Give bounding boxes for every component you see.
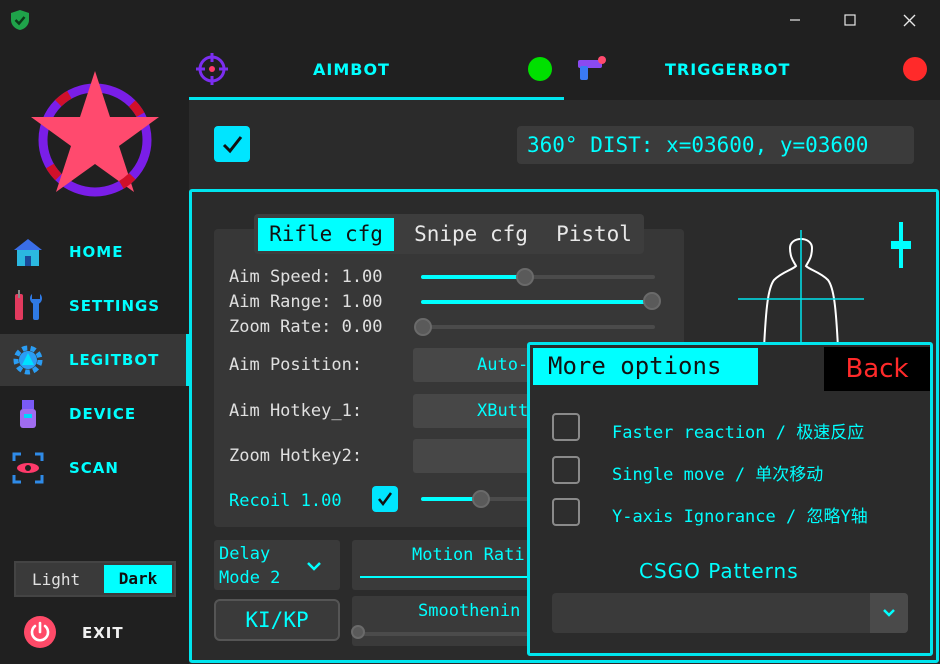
back-button[interactable]: Back: [824, 347, 930, 391]
aim-speed-fill: [421, 275, 525, 279]
sidebar-item-legitbot[interactable]: LEGITBOT: [0, 334, 189, 386]
maximize-button[interactable]: [827, 0, 873, 40]
single-move-checkbox[interactable]: [552, 456, 580, 484]
tab-triggerbot[interactable]: TRIGGERBOT: [564, 40, 940, 100]
aim-range-fill: [421, 300, 653, 304]
smoothening-track: [360, 632, 540, 636]
tab-aimbot[interactable]: AIMBOT: [189, 40, 564, 100]
sidebar-item-settings[interactable]: SETTINGS: [0, 280, 189, 332]
power-icon: [24, 616, 56, 648]
check-icon: [378, 492, 393, 507]
crosshair-icon: [196, 53, 228, 85]
tab-snipe-cfg[interactable]: Snipe cfg: [403, 218, 539, 251]
faster-reaction-checkbox[interactable]: [552, 413, 580, 441]
theme-light-option[interactable]: Light: [32, 570, 80, 589]
motion-ratio-label: Motion Rati: [412, 545, 525, 565]
aim-hotkey-label: Aim Hotkey_1:: [229, 401, 363, 421]
sidebar-item-label: LEGITBOT: [69, 351, 160, 369]
title-bar: [0, 0, 940, 40]
motion-ratio-control[interactable]: Motion Rati: [352, 540, 542, 590]
shield-icon: [11, 10, 29, 30]
maximize-icon: [844, 14, 856, 26]
single-move-label: Single move / 单次移动: [612, 465, 824, 485]
smoothening-label: Smoothenin: [418, 601, 521, 621]
recoil-label: Recoil 1.00: [229, 491, 342, 511]
aimbot-status-dot: [528, 57, 552, 81]
tab-bar: AIMBOT TRIGGERBOT: [189, 40, 940, 100]
check-icon: [222, 136, 243, 154]
sidebar-item-label: DEVICE: [69, 405, 137, 423]
y-axis-ignorance-checkbox[interactable]: [552, 498, 580, 526]
sidebar-item-label: SCAN: [69, 459, 119, 477]
aim-speed-thumb[interactable]: [516, 268, 534, 286]
tab-triggerbot-label: TRIGGERBOT: [665, 60, 791, 79]
close-button[interactable]: [886, 0, 932, 40]
triggerbot-status-dot: [903, 57, 927, 81]
scan-icon: [12, 452, 44, 484]
delay-mode-select[interactable]: Delay Mode 2: [214, 540, 340, 590]
more-options-panel: More options Back Faster reaction / 极速反应…: [527, 342, 933, 656]
more-options-title: More options: [533, 348, 758, 385]
close-icon: [903, 14, 915, 26]
gear-icon: [13, 345, 43, 375]
motion-ratio-line: [360, 576, 540, 578]
sidebar-item-label: SETTINGS: [69, 297, 161, 315]
y-axis-ignorance-label: Y-axis Ignorance / 忽略Y轴: [612, 507, 868, 527]
recoil-checkbox[interactable]: [372, 486, 398, 512]
zoom-rate-label: Zoom Rate: 0.00: [229, 317, 383, 337]
sidebar-item-label: HOME: [69, 243, 124, 261]
smoothening-thumb[interactable]: [351, 625, 365, 639]
dropdown-button[interactable]: [870, 593, 908, 633]
exit-button[interactable]: EXIT: [20, 612, 180, 650]
recoil-thumb[interactable]: [472, 490, 490, 508]
usb-icon: [20, 400, 36, 428]
chevron-down-icon: [307, 562, 321, 571]
sidebar-item-home[interactable]: HOME: [0, 226, 189, 278]
sidebar-item-device[interactable]: DEVICE: [0, 388, 189, 440]
delay-mode-line2: Mode 2: [219, 568, 281, 588]
minimize-button[interactable]: [772, 0, 818, 40]
zoom-hotkey-label: Zoom Hotkey2:: [229, 446, 363, 466]
theme-toggle[interactable]: Light Dark: [14, 561, 176, 597]
smoothening-control[interactable]: Smoothenin: [351, 596, 542, 646]
tab-pistol[interactable]: Pistol: [546, 218, 642, 251]
minimize-icon: [790, 19, 800, 21]
tools-icon: [15, 290, 42, 320]
exit-label: EXIT: [82, 624, 124, 642]
pistol-icon: [578, 56, 606, 80]
zoom-rate-thumb[interactable]: [414, 318, 432, 336]
chevron-down-icon: [883, 609, 895, 617]
aim-position-label: Aim Position:: [229, 355, 363, 375]
kikp-button[interactable]: KI/KP: [214, 599, 340, 641]
delay-mode-line1: Delay: [219, 544, 271, 564]
faster-reaction-label: Faster reaction / 极速反应: [612, 423, 865, 443]
enable-checkbox[interactable]: [214, 126, 250, 162]
csgo-patterns-select[interactable]: [552, 593, 908, 633]
tab-rifle-cfg[interactable]: Rifle cfg: [258, 218, 394, 251]
body-silhouette-icon: [738, 230, 864, 348]
tab-underline: [189, 97, 564, 100]
aim-speed-label: Aim Speed: 1.00: [229, 267, 383, 287]
sidebar-item-scan[interactable]: SCAN: [0, 442, 189, 494]
csgo-patterns-label: CSGO Patterns: [639, 559, 799, 583]
dist-readout: 360° DIST: x=03600, y=03600: [517, 126, 914, 164]
home-icon: [14, 239, 42, 266]
aim-range-label: Aim Range: 1.00: [229, 292, 383, 312]
aim-range-thumb[interactable]: [643, 292, 661, 310]
vertical-slider-thumb[interactable]: [891, 241, 911, 249]
theme-dark-option[interactable]: Dark: [104, 565, 172, 593]
zoom-rate-slider[interactable]: [421, 325, 655, 329]
star-logo-icon: [31, 71, 159, 197]
tab-aimbot-label: AIMBOT: [313, 60, 390, 79]
